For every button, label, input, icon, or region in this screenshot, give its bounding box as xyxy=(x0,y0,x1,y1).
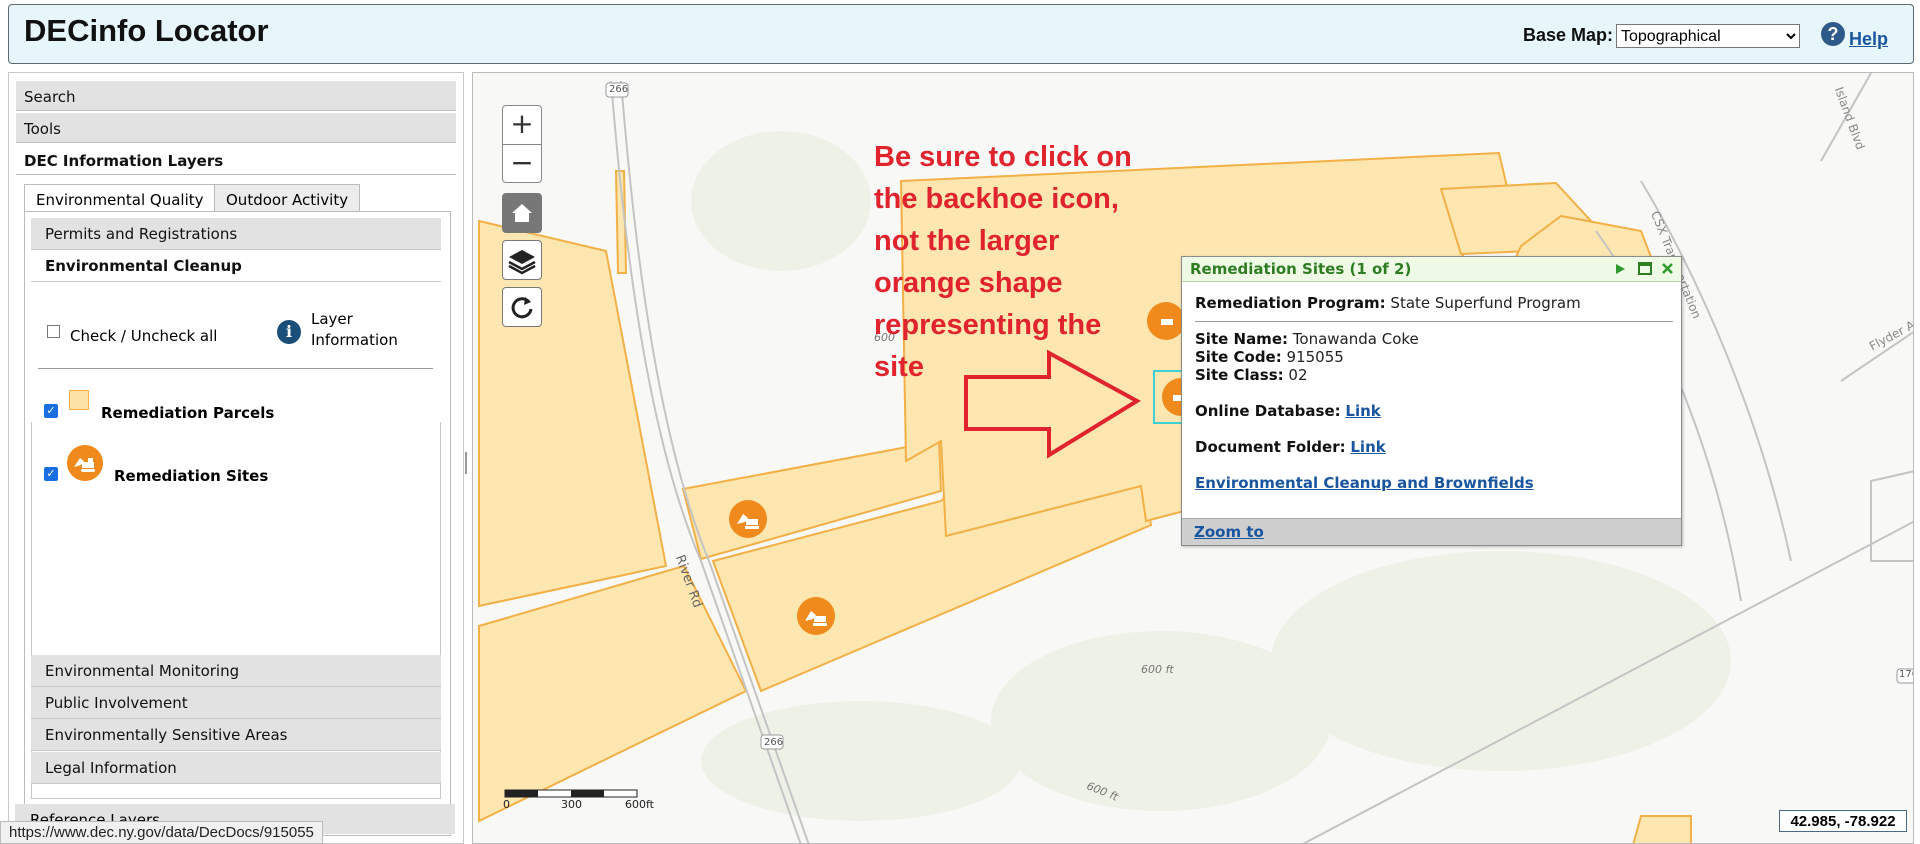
layers-button[interactable] xyxy=(502,240,542,280)
map-backhoe-marker[interactable] xyxy=(797,597,835,635)
zoom-in-button[interactable]: + xyxy=(503,106,541,145)
refresh-button[interactable] xyxy=(502,287,542,327)
layer-label-parcels: Remediation Parcels xyxy=(101,404,275,422)
zoom-control: + − xyxy=(502,105,542,183)
popup-footer: Zoom to xyxy=(1182,518,1681,545)
app-title: DECinfo Locator xyxy=(24,13,269,48)
cleanup-link-row: Environmental Cleanup and Brownfields xyxy=(1195,474,1534,492)
coordinate-readout: 42.985, -78.922 xyxy=(1779,810,1907,832)
subsection-permits[interactable]: Permits and Registrations xyxy=(31,218,441,250)
route-label: 266 xyxy=(764,737,784,748)
panel-splitter[interactable] xyxy=(465,452,467,474)
site-name-value: Tonawanda Coke xyxy=(1292,330,1419,348)
info-popup: Remediation Sites (1 of 2) Remediation P… xyxy=(1181,256,1682,546)
app-header: DECinfo Locator Base Map: Topographical … xyxy=(8,4,1914,64)
accordion-tools[interactable]: Tools xyxy=(16,113,456,143)
site-code-row: Site Code: 915055 xyxy=(1195,348,1344,366)
site-code-label: Site Code: xyxy=(1195,348,1282,366)
zoom-out-button[interactable]: − xyxy=(503,145,541,183)
tab-outdoor-activity[interactable]: Outdoor Activity xyxy=(214,184,361,212)
home-button[interactable] xyxy=(502,193,542,233)
annotation-line: representing the xyxy=(874,309,1102,341)
status-url: https://www.dec.ny.gov/data/DecDocs/9150… xyxy=(0,821,323,844)
home-icon xyxy=(512,204,532,222)
site-name-row: Site Name: Tonawanda Coke xyxy=(1195,330,1419,348)
annotation-line: not the larger xyxy=(874,225,1060,257)
annotation-line: site xyxy=(874,351,924,383)
parcels-checkbox[interactable]: ✓ xyxy=(44,404,58,418)
help-icon[interactable]: ? xyxy=(1821,22,1845,46)
check-all-label: Check / Uncheck all xyxy=(70,327,218,345)
check-all-checkbox[interactable] xyxy=(47,325,60,338)
scale-label-0: 0 xyxy=(503,798,510,811)
map-backhoe-marker[interactable] xyxy=(729,500,767,538)
site-code-value: 915055 xyxy=(1286,348,1344,366)
site-name-label: Site Name: xyxy=(1195,330,1288,348)
program-value: State Superfund Program xyxy=(1390,294,1581,312)
tab-panel: Permits and Registrations Environmental … xyxy=(24,211,451,836)
basemap-select[interactable]: Topographical xyxy=(1616,24,1800,48)
popup-divider xyxy=(1195,321,1673,322)
online-database-row: Online Database: Link xyxy=(1195,402,1381,420)
next-icon[interactable] xyxy=(1614,263,1626,275)
popup-title: Remediation Sites (1 of 2) xyxy=(1190,260,1412,278)
annotation-line: the backhoe icon, xyxy=(874,183,1119,215)
subsection-environmental-cleanup[interactable]: Environmental Cleanup xyxy=(31,250,441,282)
layer-label-sites: Remediation Sites xyxy=(114,467,269,485)
info-icon[interactable]: i xyxy=(277,320,301,344)
refresh-icon xyxy=(511,297,533,319)
layers-icon xyxy=(508,250,536,275)
basemap-label: Base Map: xyxy=(1523,25,1614,45)
help-link[interactable]: Help xyxy=(1849,29,1888,50)
subsection-public-involvement[interactable]: Public Involvement xyxy=(31,687,441,719)
elevation-label: 600 ft xyxy=(1141,663,1174,676)
sidebar: Search Tools DEC Information Layers Envi… xyxy=(8,72,464,844)
route-label: 266 xyxy=(609,84,629,95)
site-class-value: 02 xyxy=(1288,366,1308,384)
online-database-label: Online Database: xyxy=(1195,402,1341,420)
instruction-annotation: Be sure to click on the backhoe icon, no… xyxy=(874,136,1174,388)
document-folder-link[interactable]: Link xyxy=(1350,438,1385,456)
maximize-icon[interactable] xyxy=(1638,262,1652,275)
subsection-sensitive-areas[interactable]: Environmentally Sensitive Areas xyxy=(31,719,441,751)
close-icon[interactable] xyxy=(1661,262,1674,275)
layer-information-link[interactable]: Layer Information xyxy=(311,309,398,351)
document-folder-label: Document Folder: xyxy=(1195,438,1346,456)
annotation-line: orange shape xyxy=(874,267,1063,299)
divider xyxy=(38,368,433,369)
parcel-swatch-icon xyxy=(69,390,89,410)
zoom-to-link[interactable]: Zoom to xyxy=(1194,523,1264,541)
popup-header: Remediation Sites (1 of 2) xyxy=(1182,257,1681,282)
sites-checkbox[interactable]: ✓ xyxy=(44,467,58,481)
scale-label-300: 300 xyxy=(561,798,582,811)
environmental-cleanup-link[interactable]: Environmental Cleanup and Brownfields xyxy=(1195,474,1534,492)
site-class-row: Site Class: 02 xyxy=(1195,366,1308,384)
accordion-search[interactable]: Search xyxy=(16,81,456,111)
program-row: Remediation Program: State Superfund Pro… xyxy=(1195,294,1581,312)
backhoe-icon xyxy=(67,445,103,481)
subsection-environmental-monitoring[interactable]: Environmental Monitoring xyxy=(31,655,441,687)
accordion-dec-information-layers[interactable]: DEC Information Layers xyxy=(16,145,456,175)
online-database-link[interactable]: Link xyxy=(1345,402,1380,420)
annotation-line: Be sure to click on xyxy=(874,141,1132,173)
layer-info-line1: Layer xyxy=(311,310,353,328)
site-class-label: Site Class: xyxy=(1195,366,1284,384)
layer-info-line2: Information xyxy=(311,331,398,349)
scale-label-600: 600ft xyxy=(625,798,654,811)
tab-environmental-quality[interactable]: Environmental Quality xyxy=(24,184,216,212)
route-label: 170 xyxy=(1899,669,1913,680)
program-label: Remediation Program: xyxy=(1195,294,1386,312)
subsection-legal-information[interactable]: Legal Information xyxy=(31,752,441,784)
document-folder-row: Document Folder: Link xyxy=(1195,438,1386,456)
